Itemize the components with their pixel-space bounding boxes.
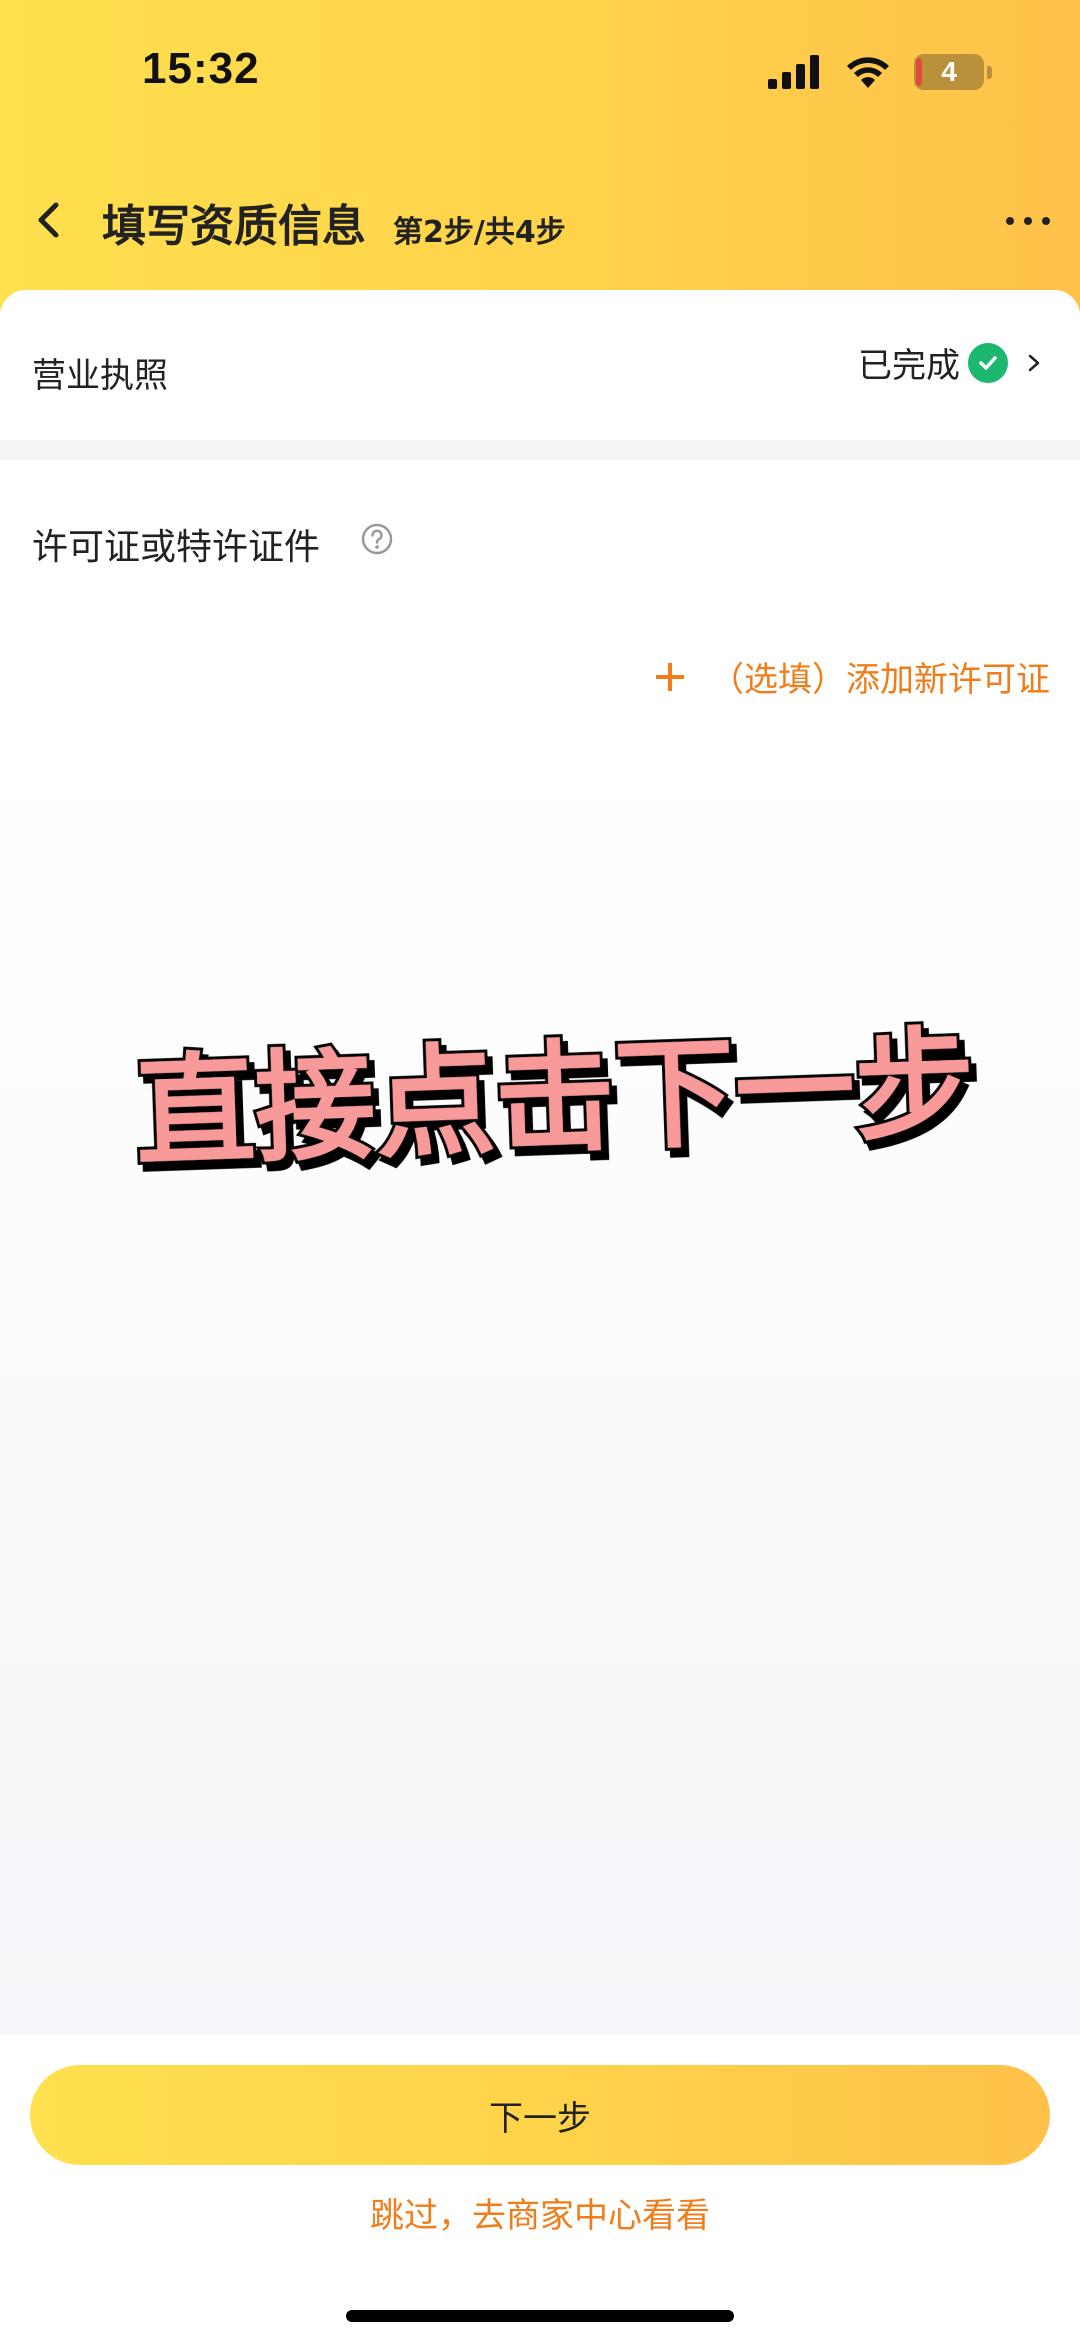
business-license-row[interactable]: 营业执照 已完成 [0,290,1080,440]
permit-section: 许可证或特许证件 （选填）添加新许可证 [0,460,1080,750]
status-icons: 4 [768,52,992,92]
help-icon[interactable] [360,522,394,556]
add-permit-button[interactable]: （选填）添加新许可证 [656,652,1050,701]
battery-icon: 4 [914,54,992,90]
battery-level-indicator [916,58,922,86]
plus-icon [656,662,684,691]
overlay-caption-text: 直接点击下一步 [133,1015,977,1183]
section-divider [0,440,1080,460]
next-step-button[interactable]: 下一步 [30,2065,1050,2165]
business-license-status: 已完成 [858,346,960,386]
back-arrow-icon[interactable] [26,195,76,245]
permit-title: 许可证或特许证件 [32,527,321,568]
nav-bar: 填写资质信息 第2步/共4步 [0,175,1080,265]
check-circle-icon [968,342,1008,383]
home-indicator [346,2310,734,2322]
empty-content-area [0,750,1080,2035]
business-license-status-group: 已完成 [858,338,1042,387]
wifi-icon [847,57,889,88]
business-license-label: 营业执照 [32,356,168,396]
footer: 下一步 跳过，去商家中心看看 [0,2035,1080,2341]
step-indicator: 第2步/共4步 [393,215,566,250]
skip-link[interactable]: 跳过，去商家中心看看 [0,2188,1080,2237]
more-options-icon[interactable] [1006,201,1050,241]
page-title: 填写资质信息 [102,201,366,252]
battery-level: 4 [941,56,957,87]
overlay-caption: 直接点击下一步 [130,1012,980,1186]
add-permit-label: （选填）添加新许可证 [710,660,1050,700]
status-time: 15:32 [142,44,260,93]
chevron-right-icon [1028,354,1040,371]
status-bar: 15:32 4 [0,0,1080,140]
cellular-signal-icon [768,55,819,89]
